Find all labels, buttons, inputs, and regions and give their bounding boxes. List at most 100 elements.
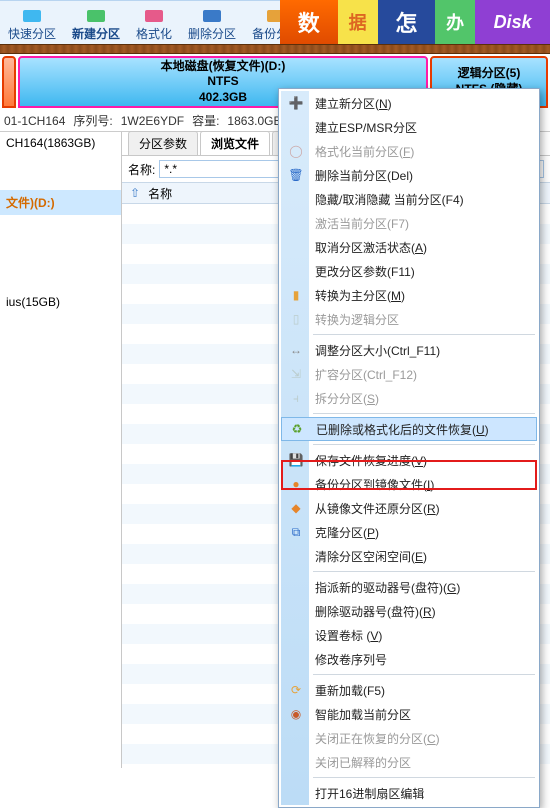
- tree-item-selected[interactable]: 文件)(D:): [0, 190, 121, 215]
- menu-item-label: 克隆分区(P): [315, 524, 379, 541]
- delete-icon: [200, 5, 224, 25]
- menu-item-label: 建立ESP/MSR分区: [315, 119, 417, 136]
- menu-separator: [313, 444, 535, 445]
- menu-list: ➕建立新分区(N) 建立ESP/MSR分区 ◯ 格式化当前分区(F) 🗑删除当前分区(D…: [281, 91, 537, 805]
- menu-item-icon: ⇲: [287, 365, 305, 383]
- menu-item-icon: ⫞: [287, 389, 305, 407]
- menu-item[interactable]: ⧉ 克隆分区(P): [281, 520, 537, 544]
- menu-item[interactable]: ◉ 智能加载当前分区: [281, 702, 537, 726]
- menu-item-icon: ▯: [287, 310, 305, 328]
- tool-label: 快速分区: [8, 25, 56, 42]
- menu-item-icon: ◉: [287, 705, 305, 723]
- menu-item-icon: ▮: [287, 286, 305, 304]
- menu-item[interactable]: ◆ 从镜像文件还原分区(R): [281, 496, 537, 520]
- tool-label: 格式化: [136, 25, 172, 42]
- partition-small[interactable]: [2, 56, 16, 108]
- banner-seg: 据: [338, 0, 378, 44]
- menu-item[interactable]: 取消分区激活状态(A): [281, 235, 537, 259]
- menu-item-label: 格式化当前分区(F): [315, 143, 414, 160]
- format-icon: [142, 5, 166, 25]
- menu-separator: [313, 777, 535, 778]
- tree-item[interactable]: CH164(1863GB): [0, 132, 121, 154]
- menu-item-label: 备份分区到镜像文件(I): [315, 476, 434, 493]
- menu-separator: [313, 571, 535, 572]
- new-icon: [84, 5, 108, 25]
- menu-item-label: 取消分区激活状态(A): [315, 239, 427, 256]
- tab-browse[interactable]: 浏览文件: [200, 131, 270, 155]
- menu-item[interactable]: 修改卷序列号: [281, 647, 537, 671]
- menu-separator: [313, 413, 535, 414]
- menu-item-label: 保存文件恢复进度(V): [315, 452, 427, 469]
- menu-item[interactable]: ➕建立新分区(N): [281, 91, 537, 115]
- menu-item-icon: 💾: [287, 451, 305, 469]
- menu-item-label: 删除驱动器号(盘符)(R): [315, 603, 436, 620]
- context-menu: ➕建立新分区(N) 建立ESP/MSR分区 ◯ 格式化当前分区(F) 🗑删除当前分区(D…: [278, 88, 540, 808]
- menu-separator: [313, 334, 535, 335]
- menu-separator: [313, 674, 535, 675]
- disk-tree[interactable]: CH164(1863GB) 文件)(D:) ius(15GB): [0, 132, 122, 768]
- disk-model: 01-1CH164: [4, 114, 65, 128]
- menu-item[interactable]: 打开16进制扇区编辑: [281, 781, 537, 805]
- menu-item-label: 打开16进制扇区编辑: [315, 785, 424, 802]
- partition-size: 402.3GB: [199, 90, 247, 106]
- menu-item[interactable]: ▮ 转换为主分区(M): [281, 283, 537, 307]
- tool-label: 删除分区: [188, 25, 236, 42]
- menu-item[interactable]: 设置卷标 (V): [281, 623, 537, 647]
- menu-item[interactable]: ♻已删除或格式化后的文件恢复(U): [281, 417, 537, 441]
- menu-item-icon: ◯: [287, 142, 305, 160]
- menu-item-label: 修改卷序列号: [315, 651, 387, 668]
- column-name[interactable]: 名称: [148, 185, 172, 202]
- menu-item-icon: ⧉: [287, 523, 305, 541]
- capacity-label: 容量:: [192, 112, 219, 129]
- tool-quick[interactable]: 快速分区: [4, 5, 60, 42]
- menu-item[interactable]: 更改分区参数(F11): [281, 259, 537, 283]
- menu-item-label: 设置卷标 (V): [315, 627, 382, 644]
- menu-item[interactable]: ↔调整分区大小(Ctrl_F11): [281, 338, 537, 362]
- tool-new[interactable]: 新建分区: [68, 5, 124, 42]
- menu-item[interactable]: 删除驱动器号(盘符)(R): [281, 599, 537, 623]
- tool-delete[interactable]: 删除分区: [184, 5, 240, 42]
- menu-item-label: 隐藏/取消隐藏 当前分区(F4): [315, 191, 464, 208]
- menu-item-icon: ◆: [287, 499, 305, 517]
- menu-item[interactable]: 清除分区空闲空间(E): [281, 544, 537, 568]
- tool-format[interactable]: 格式化: [132, 5, 176, 42]
- serial-label: 序列号:: [73, 112, 112, 129]
- menu-item-label: 重新加载(F5): [315, 682, 385, 699]
- menu-item: ⫞ 拆分分区(S): [281, 386, 537, 410]
- capacity-value: 1863.0GB(: [227, 114, 285, 128]
- menu-item[interactable]: 建立ESP/MSR分区: [281, 115, 537, 139]
- menu-item-label: 智能加载当前分区: [315, 706, 411, 723]
- menu-item-icon: 🗑: [287, 166, 305, 184]
- menu-item-label: 激活当前分区(F7): [315, 215, 409, 232]
- menu-item-label: 已删除或格式化后的文件恢复(U): [316, 421, 489, 438]
- banner-seg: 数: [280, 0, 338, 44]
- menu-item-label: 从镜像文件还原分区(R): [315, 500, 440, 517]
- partition-fs: NTFS: [207, 74, 238, 90]
- menu-item-label: 扩容分区(Ctrl_F12): [315, 366, 417, 383]
- tree-item[interactable]: ius(15GB): [0, 291, 121, 313]
- menu-item: 关闭正在恢复的分区(C): [281, 726, 537, 750]
- menu-item-icon: ↔: [287, 341, 305, 359]
- menu-item-label: 清除分区空闲空间(E): [315, 548, 427, 565]
- banner-seg: Disk: [475, 0, 550, 44]
- up-icon[interactable]: ⇧: [130, 186, 140, 200]
- quick-icon: [20, 5, 44, 25]
- menu-item-label: 指派新的驱动器号(盘符)(G): [315, 579, 460, 596]
- menu-item[interactable]: 隐藏/取消隐藏 当前分区(F4): [281, 187, 537, 211]
- menu-item-label: 转换为逻辑分区: [315, 311, 399, 328]
- tool-label: 新建分区: [72, 25, 120, 42]
- menu-item[interactable]: 指派新的驱动器号(盘符)(G): [281, 575, 537, 599]
- menu-item: 关闭已解释的分区: [281, 750, 537, 774]
- menu-item-icon: ⟳: [287, 681, 305, 699]
- menu-item[interactable]: 🗑删除当前分区(Del): [281, 163, 537, 187]
- menu-item[interactable]: ●备份分区到镜像文件(I): [281, 472, 537, 496]
- tab-params[interactable]: 分区参数: [128, 131, 198, 155]
- menu-item-label: 转换为主分区(M): [315, 287, 405, 304]
- menu-item[interactable]: ⟳ 重新加载(F5): [281, 678, 537, 702]
- partition-title: 本地磁盘(恢复文件)(D:): [161, 59, 286, 75]
- menu-item[interactable]: 💾 保存文件恢复进度(V): [281, 448, 537, 472]
- menu-item: 激活当前分区(F7): [281, 211, 537, 235]
- banner-seg: 怎: [378, 0, 436, 44]
- menu-item-label: 更改分区参数(F11): [315, 263, 415, 280]
- menu-item-label: 拆分分区(S): [315, 390, 379, 407]
